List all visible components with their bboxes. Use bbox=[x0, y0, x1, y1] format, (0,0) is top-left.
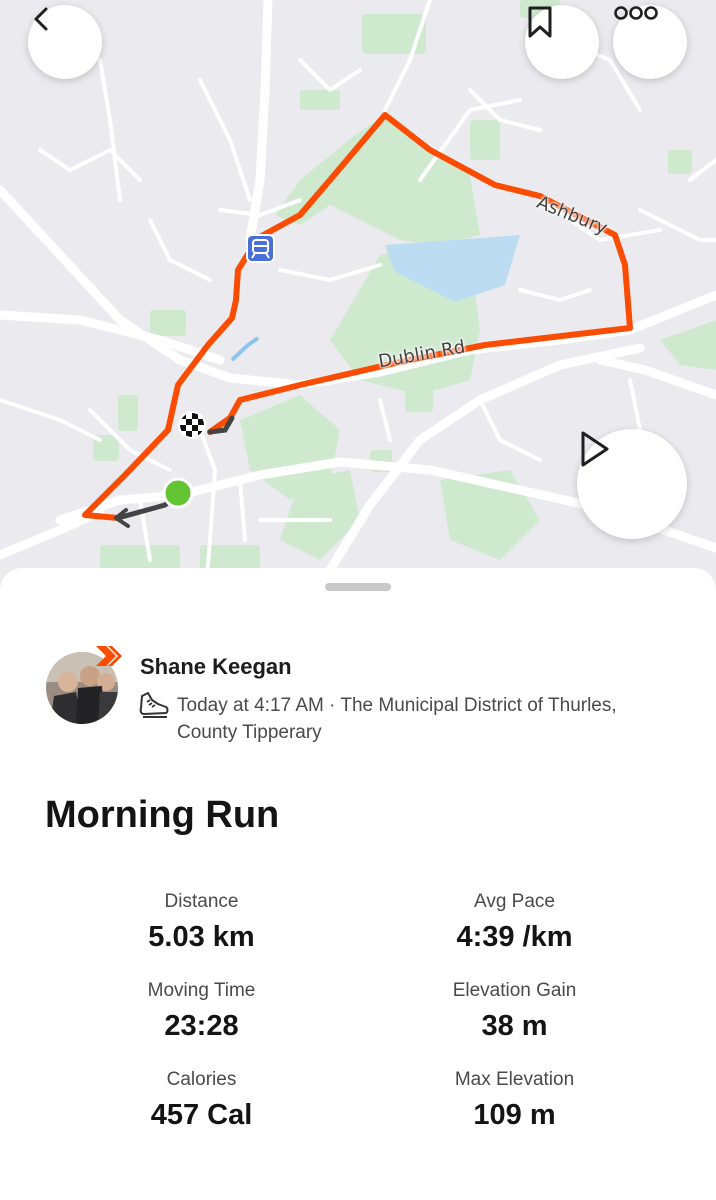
activity-details-sheet: Shane Keegan Today at 4:17 AM · The Muni… bbox=[0, 568, 716, 1200]
back-button[interactable] bbox=[28, 5, 102, 79]
stat-avg-pace: Avg Pace 4:39 /km bbox=[358, 888, 671, 954]
activity-map[interactable]: Ashbury Dublin Rd bbox=[0, 0, 716, 600]
athlete-name[interactable]: Shane Keegan bbox=[140, 654, 292, 680]
stat-label: Max Elevation bbox=[454, 1069, 575, 1090]
play-flyover-button[interactable] bbox=[577, 429, 687, 539]
activity-meta: Today at 4:17 AM · The Municipal Distric… bbox=[177, 695, 617, 743]
sheet-drag-handle[interactable] bbox=[325, 583, 391, 591]
train-station-icon bbox=[246, 234, 275, 263]
start-marker bbox=[162, 477, 194, 509]
bookmark-button[interactable] bbox=[525, 5, 599, 79]
play-icon bbox=[581, 431, 609, 467]
stats-grid: Distance 5.03 km Avg Pace 4:39 /km Movin… bbox=[45, 888, 671, 1132]
stat-value: 457 Cal bbox=[150, 1099, 253, 1131]
finish-flag-icon bbox=[178, 411, 206, 439]
activity-title: Morning Run bbox=[45, 794, 280, 836]
subscriber-badge-icon bbox=[96, 646, 122, 666]
stat-value: 38 m bbox=[481, 1010, 548, 1042]
stat-value: 4:39 /km bbox=[456, 921, 573, 953]
stat-max-elevation: Max Elevation 109 m bbox=[358, 1066, 671, 1132]
bookmark-icon bbox=[528, 6, 552, 38]
stat-label: Distance bbox=[164, 891, 239, 912]
stat-distance: Distance 5.03 km bbox=[45, 888, 358, 954]
stat-value: 5.03 km bbox=[148, 921, 255, 953]
stat-moving-time: Moving Time 23:28 bbox=[45, 977, 358, 1043]
stat-calories: Calories 457 Cal bbox=[45, 1066, 358, 1132]
stat-label: Moving Time bbox=[147, 980, 256, 1001]
stat-elevation-gain: Elevation Gain 38 m bbox=[358, 977, 671, 1043]
stat-label: Elevation Gain bbox=[452, 980, 577, 1001]
stat-value: 109 m bbox=[473, 1099, 556, 1131]
running-shoe-icon bbox=[139, 692, 169, 718]
more-options-icon bbox=[614, 6, 658, 20]
stat-value: 23:28 bbox=[164, 1010, 239, 1042]
back-chevron-icon bbox=[34, 7, 48, 31]
stat-label: Calories bbox=[166, 1069, 237, 1090]
stream bbox=[230, 336, 260, 362]
more-options-button[interactable] bbox=[613, 5, 687, 79]
stat-label: Avg Pace bbox=[474, 891, 555, 912]
